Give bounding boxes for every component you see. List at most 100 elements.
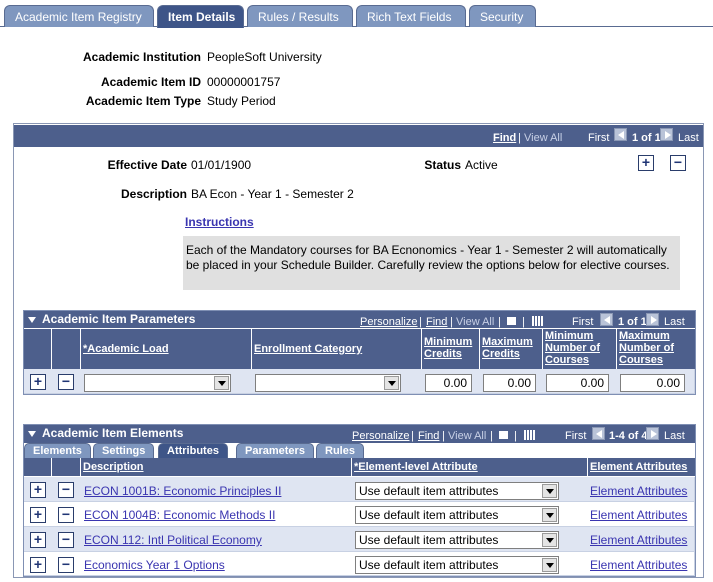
grid-view-icon[interactable]	[532, 313, 543, 327]
max-credits-input[interactable]: 0.00	[483, 374, 536, 392]
item-type-label: Academic Item Type	[85, 94, 201, 108]
params-first-arrow-icon[interactable]	[600, 312, 613, 327]
academic-load-select[interactable]	[84, 374, 231, 392]
params-col-min-courses[interactable]: Minimum Number of Courses	[543, 329, 617, 369]
params-col-max-credits[interactable]: Maximum Credits	[480, 329, 543, 369]
description-value: BA Econ - Year 1 - Semester 2	[191, 187, 354, 201]
element-attributes-link[interactable]: Element Attributes	[590, 508, 687, 522]
collapse-triangle-icon[interactable]	[28, 430, 36, 437]
download-icon[interactable]	[506, 313, 517, 327]
tab-item-details[interactable]: Item Details	[157, 5, 244, 28]
element-attributes-link[interactable]: Element Attributes	[590, 558, 687, 572]
elements-grid-title: Academic Item Elements	[28, 426, 183, 440]
row-add-icon[interactable]: +	[30, 507, 46, 523]
row-add-icon[interactable]: +	[30, 557, 46, 573]
params-col-max-courses[interactable]: Maximum Number of Courses	[617, 329, 695, 369]
params-find-link[interactable]: Find	[426, 316, 447, 328]
description-label: Description	[120, 187, 187, 201]
row-add-icon[interactable]: +	[30, 532, 46, 548]
nav-count: 1 of 1	[632, 132, 661, 144]
element-attributes-link[interactable]: Element Attributes	[590, 484, 687, 498]
elements-col-description[interactable]: Description	[81, 458, 352, 476]
page-tab-bar: Academic Item Registry Item Details Rule…	[0, 5, 713, 28]
row-add-icon[interactable]: +	[30, 482, 46, 498]
params-delete-icon[interactable]: −	[58, 374, 74, 390]
enrollment-category-select[interactable]	[255, 374, 401, 392]
params-last-arrow-icon[interactable]	[646, 312, 659, 327]
effective-date-value: 01/01/1900	[191, 158, 252, 172]
chevron-down-icon	[542, 508, 557, 522]
params-personalize-link[interactable]: Personalize	[360, 316, 417, 328]
nav-separator: |	[518, 132, 521, 144]
chevron-down-icon	[542, 533, 557, 547]
elements-find-link[interactable]: Find	[418, 430, 439, 442]
row-delete-icon[interactable]: −	[58, 557, 74, 573]
institution-value: PeopleSoft University	[207, 50, 322, 64]
elements-last-label: Last	[664, 430, 685, 442]
subtab-attributes[interactable]: Attributes	[158, 443, 228, 458]
delete-row-icon[interactable]: −	[670, 155, 686, 171]
download-icon[interactable]	[498, 427, 509, 441]
max-courses-input[interactable]: 0.00	[620, 374, 685, 392]
element-attributes-link[interactable]: Element Attributes	[590, 533, 687, 547]
element-attribute-select[interactable]: Use default item attributes	[355, 482, 559, 500]
first-arrow-icon[interactable]	[614, 127, 627, 142]
row-delete-icon[interactable]: −	[58, 532, 74, 548]
item-id-label: Academic Item ID	[100, 75, 201, 89]
params-view-all-link[interactable]: View All	[456, 316, 494, 328]
subtab-rules[interactable]: Rules	[316, 443, 364, 458]
subtab-elements[interactable]: Elements	[24, 443, 91, 458]
last-arrow-icon[interactable]	[660, 127, 673, 142]
elements-first-arrow-icon[interactable]	[592, 426, 605, 441]
collapse-triangle-icon[interactable]	[28, 316, 36, 323]
element-attribute-select[interactable]: Use default item attributes	[355, 556, 559, 574]
row-delete-icon[interactable]: −	[58, 507, 74, 523]
elements-col-element-attributes[interactable]: Element Attributes	[588, 458, 695, 476]
institution-label: Academic Institution	[82, 50, 201, 64]
elements-first-label: First	[565, 430, 587, 442]
chevron-down-icon	[214, 376, 229, 390]
elements-count: 1-4 of 4	[609, 430, 648, 442]
params-add-icon[interactable]: +	[30, 374, 46, 390]
subtab-settings[interactable]: Settings	[93, 443, 155, 458]
element-description-link[interactable]: ECON 1004B: Economic Methods II	[84, 508, 275, 522]
element-attribute-select[interactable]: Use default item attributes	[355, 531, 559, 549]
item-id-value: 00000001757	[207, 75, 281, 89]
min-courses-input[interactable]: 0.00	[546, 374, 609, 392]
status-value: Active	[465, 158, 498, 172]
elements-col-delete	[52, 458, 81, 476]
params-col-min-credits[interactable]: Minimum Credits	[422, 329, 480, 369]
elements-col-add	[24, 458, 52, 476]
params-col-enrollment-category[interactable]: Enrollment Category	[252, 329, 422, 369]
elements-personalize-link[interactable]: Personalize	[352, 430, 409, 442]
element-description-link[interactable]: ECON 1001B: Economic Principles II	[84, 484, 281, 498]
chevron-down-icon	[384, 376, 399, 390]
tab-rules-results[interactable]: Rules / Results	[247, 5, 353, 27]
subtab-parameters[interactable]: Parameters	[236, 443, 314, 458]
elements-col-attribute[interactable]: *Element-level Attribute	[352, 458, 588, 476]
elements-view-all-link[interactable]: View All	[448, 430, 486, 442]
element-description-link[interactable]: Economics Year 1 Options	[84, 558, 225, 572]
nav-first-label: First	[588, 132, 610, 144]
row-delete-icon[interactable]: −	[58, 482, 74, 498]
params-last-label: Last	[664, 316, 685, 328]
chevron-down-icon	[542, 558, 557, 572]
effective-date-label: Effective Date	[107, 158, 187, 172]
grid-view-icon[interactable]	[524, 427, 535, 441]
nav-last-label: Last	[678, 132, 699, 144]
params-col-add	[24, 329, 52, 369]
find-link[interactable]: Find	[493, 132, 516, 144]
params-col-academic-load[interactable]: *Academic Load	[81, 329, 252, 369]
min-credits-input[interactable]: 0.00	[425, 374, 472, 392]
view-all-link[interactable]: View All	[524, 132, 562, 144]
tab-academic-item-registry[interactable]: Academic Item Registry	[4, 5, 154, 27]
tab-rich-text-fields[interactable]: Rich Text Fields	[356, 5, 466, 27]
element-attribute-select[interactable]: Use default item attributes	[355, 506, 559, 524]
instructions-link[interactable]: Instructions	[185, 215, 254, 229]
elements-last-arrow-icon[interactable]	[646, 426, 659, 441]
add-row-icon[interactable]: +	[638, 155, 654, 171]
chevron-down-icon	[542, 484, 557, 498]
tab-security[interactable]: Security	[469, 5, 536, 27]
instructions-text: Each of the Mandatory courses for BA Ecn…	[183, 236, 680, 290]
element-description-link[interactable]: ECON 112: Intl Political Economy	[84, 533, 262, 547]
